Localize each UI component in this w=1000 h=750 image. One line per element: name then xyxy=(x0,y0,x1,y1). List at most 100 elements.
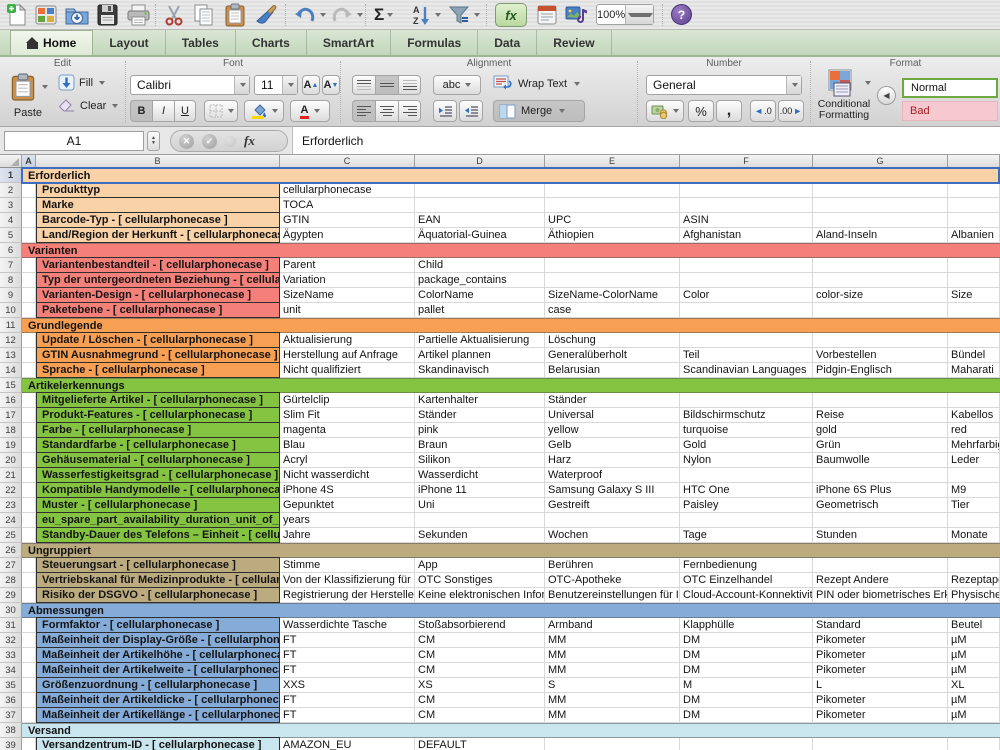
cell-E23[interactable]: Gestreift xyxy=(545,498,680,513)
cell-E22[interactable]: Samsung Galaxy S III xyxy=(545,483,680,498)
sort-button[interactable]: AZ xyxy=(410,3,441,27)
autosum-button[interactable]: Σ xyxy=(374,3,394,27)
cell-A23[interactable] xyxy=(22,498,36,513)
cell-F39[interactable] xyxy=(680,738,813,750)
row-header-10[interactable]: 10 xyxy=(0,303,22,318)
column-header-E[interactable]: E xyxy=(545,155,680,168)
cell-F13[interactable]: Teil xyxy=(680,348,813,363)
cell-E28[interactable]: OTC-Apotheke xyxy=(545,573,680,588)
row-header-38[interactable]: 38 xyxy=(0,723,22,738)
cell-F36[interactable]: DM xyxy=(680,693,813,708)
cell-E16[interactable]: Ständer xyxy=(545,393,680,408)
row-header-15[interactable]: 15 xyxy=(0,378,22,393)
cell-H24[interactable] xyxy=(948,513,1000,528)
cell-B8-label[interactable]: Typ der untergeordneten Beziehung - [ ce… xyxy=(36,272,280,288)
cell-H39[interactable] xyxy=(948,738,1000,750)
cell-C7[interactable]: Parent xyxy=(280,258,415,273)
cell-H16[interactable] xyxy=(948,393,1000,408)
section-row-15[interactable]: Artikelerkennungs xyxy=(22,378,1000,393)
cell-B36-label[interactable]: Maßeinheit der Artikeldicke - [ cellular… xyxy=(36,692,280,708)
cell-A24[interactable] xyxy=(22,513,36,528)
cell-H13[interactable]: Bündel xyxy=(948,348,1000,363)
cell-F12[interactable] xyxy=(680,333,813,348)
section-row-1[interactable]: Erforderlich xyxy=(22,168,1000,183)
formula-builder-button[interactable]: fx xyxy=(495,3,527,27)
row-header-3[interactable]: 3 xyxy=(0,198,22,213)
cell-A39[interactable] xyxy=(22,738,36,750)
cell-style-normal[interactable]: Normal xyxy=(902,78,998,98)
cell-D27[interactable]: App xyxy=(415,558,545,573)
cell-D14[interactable]: Skandinavisch xyxy=(415,363,545,378)
cell-E37[interactable]: MM xyxy=(545,708,680,723)
cell-B5-label[interactable]: Land/Region der Herkunft - [ cellularpho… xyxy=(36,227,280,243)
cell-C5[interactable]: Ägypten xyxy=(280,228,415,243)
align-middle-button[interactable] xyxy=(375,75,398,95)
cell-F33[interactable]: DM xyxy=(680,648,813,663)
cell-G8[interactable] xyxy=(813,273,948,288)
cell-B32-label[interactable]: Maßeinheit der Display-Größe - [ cellula… xyxy=(36,632,280,648)
autosum-dropdown-caret[interactable] xyxy=(387,13,394,17)
cell-D18[interactable]: pink xyxy=(415,423,545,438)
cell-B19-label[interactable]: Standardfarbe - [ cellularphonecase ] xyxy=(36,437,280,453)
cell-A5[interactable] xyxy=(22,228,36,243)
cell-E10[interactable]: case xyxy=(545,303,680,318)
cell-B18-label[interactable]: Farbe - [ cellularphonecase ] xyxy=(36,422,280,438)
cell-D12[interactable]: Partielle Aktualisierung xyxy=(415,333,545,348)
cell-A8[interactable] xyxy=(22,273,36,288)
formula-input[interactable]: Erforderlich xyxy=(292,127,1000,154)
column-header-C[interactable]: C xyxy=(280,155,415,168)
cell-G34[interactable]: Pikometer xyxy=(813,663,948,678)
name-box[interactable]: A1 xyxy=(4,131,144,151)
cell-G4[interactable] xyxy=(813,213,948,228)
borders-button[interactable] xyxy=(204,100,238,122)
row-header-20[interactable]: 20 xyxy=(0,453,22,468)
cell-C3[interactable]: TOCA xyxy=(280,198,415,213)
cell-C35[interactable]: XXS xyxy=(280,678,415,693)
save-button[interactable] xyxy=(96,3,119,27)
section-row-26[interactable]: Ungruppiert xyxy=(22,543,1000,558)
cell-E3[interactable] xyxy=(545,198,680,213)
cell-G37[interactable]: Pikometer xyxy=(813,708,948,723)
row-header-39[interactable]: 39 xyxy=(0,738,22,750)
cell-B24-label[interactable]: eu_spare_part_availability_duration_unit… xyxy=(36,512,280,528)
cell-E19[interactable]: Gelb xyxy=(545,438,680,453)
column-header-D[interactable]: D xyxy=(415,155,545,168)
cell-C37[interactable]: FT xyxy=(280,708,415,723)
cell-C14[interactable]: Nicht qualifiziert xyxy=(280,363,415,378)
filter-button[interactable] xyxy=(447,3,480,27)
cell-A25[interactable] xyxy=(22,528,36,543)
cell-B9-label[interactable]: Varianten-Design - [ cellularphonecase ] xyxy=(36,287,280,303)
cell-H29[interactable]: Physische Sicherung xyxy=(948,588,1000,603)
cell-D4[interactable]: EAN xyxy=(415,213,545,228)
cell-F24[interactable] xyxy=(680,513,813,528)
cell-G23[interactable]: Geometrisch xyxy=(813,498,948,513)
cell-F22[interactable]: HTC One xyxy=(680,483,813,498)
cell-D29[interactable]: Keine elektronischen Informationen xyxy=(415,588,545,603)
row-header-37[interactable]: 37 xyxy=(0,708,22,723)
cell-F29[interactable]: Cloud-Account-Konnektivität xyxy=(680,588,813,603)
cell-H32[interactable]: µM xyxy=(948,633,1000,648)
cell-E18[interactable]: yellow xyxy=(545,423,680,438)
cell-C13[interactable]: Herstellung auf Anfrage xyxy=(280,348,415,363)
cell-B3-label[interactable]: Marke xyxy=(36,197,280,213)
wrap-text-button[interactable]: Wrap Text xyxy=(493,75,581,92)
cell-F4[interactable]: ASIN xyxy=(680,213,813,228)
row-header-6[interactable]: 6 xyxy=(0,243,22,258)
cell-F18[interactable]: turquoise xyxy=(680,423,813,438)
tab-formulas[interactable]: Formulas xyxy=(391,30,479,55)
cell-A28[interactable] xyxy=(22,573,36,588)
cell-C10[interactable]: unit xyxy=(280,303,415,318)
cell-B33-label[interactable]: Maßeinheit der Artikelhöhe - [ cellularp… xyxy=(36,647,280,663)
cell-G14[interactable]: Pidgin-Englisch xyxy=(813,363,948,378)
cell-D34[interactable]: CM xyxy=(415,663,545,678)
cell-F3[interactable] xyxy=(680,198,813,213)
cell-F17[interactable]: Bildschirmschutz xyxy=(680,408,813,423)
cell-E9[interactable]: SizeName-ColorName xyxy=(545,288,680,303)
tab-charts[interactable]: Charts xyxy=(236,30,307,55)
row-header-27[interactable]: 27 xyxy=(0,558,22,573)
cell-B35-label[interactable]: Größenzuordnung - [ cellularphonecase ] xyxy=(36,677,280,693)
align-top-button[interactable] xyxy=(352,75,375,95)
cell-H28[interactable]: Rezeptapotheke xyxy=(948,573,1000,588)
cell-E5[interactable]: Äthiopien xyxy=(545,228,680,243)
cell-F31[interactable]: Klapphülle xyxy=(680,618,813,633)
